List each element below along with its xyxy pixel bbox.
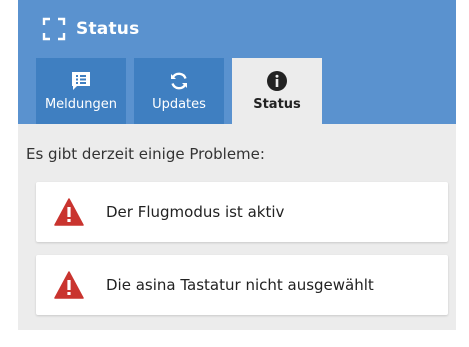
refresh-icon <box>171 72 187 90</box>
fullscreen-icon <box>42 17 66 41</box>
tab-label-status: Status <box>253 97 301 112</box>
issue-card[interactable]: Die asina Tastatur nicht ausgewählt <box>36 255 448 315</box>
tab-status[interactable]: Status <box>232 58 322 124</box>
tab-updates[interactable]: Updates <box>134 58 224 124</box>
issue-card[interactable]: Der Flugmodus ist aktiv <box>36 182 448 242</box>
tab-label-updates: Updates <box>152 97 206 112</box>
info-icon <box>267 71 287 91</box>
title-row: Status <box>42 14 139 44</box>
issue-text: Die asina Tastatur nicht ausgewählt <box>106 276 374 294</box>
problems-intro: Es gibt derzeit einige Probleme: <box>26 145 265 163</box>
page-title: Status <box>76 19 140 39</box>
warning-icon <box>54 198 84 226</box>
tab-label-meldungen: Meldungen <box>44 97 118 112</box>
issue-text: Der Flugmodus ist aktiv <box>106 203 285 221</box>
header-bar: Status Meldungen Updates Status <box>18 0 456 124</box>
message-list-icon <box>72 72 90 90</box>
tab-meldungen[interactable]: Meldungen <box>36 58 126 124</box>
tab-bar: Meldungen Updates Status <box>36 58 322 124</box>
warning-icon <box>54 271 84 299</box>
